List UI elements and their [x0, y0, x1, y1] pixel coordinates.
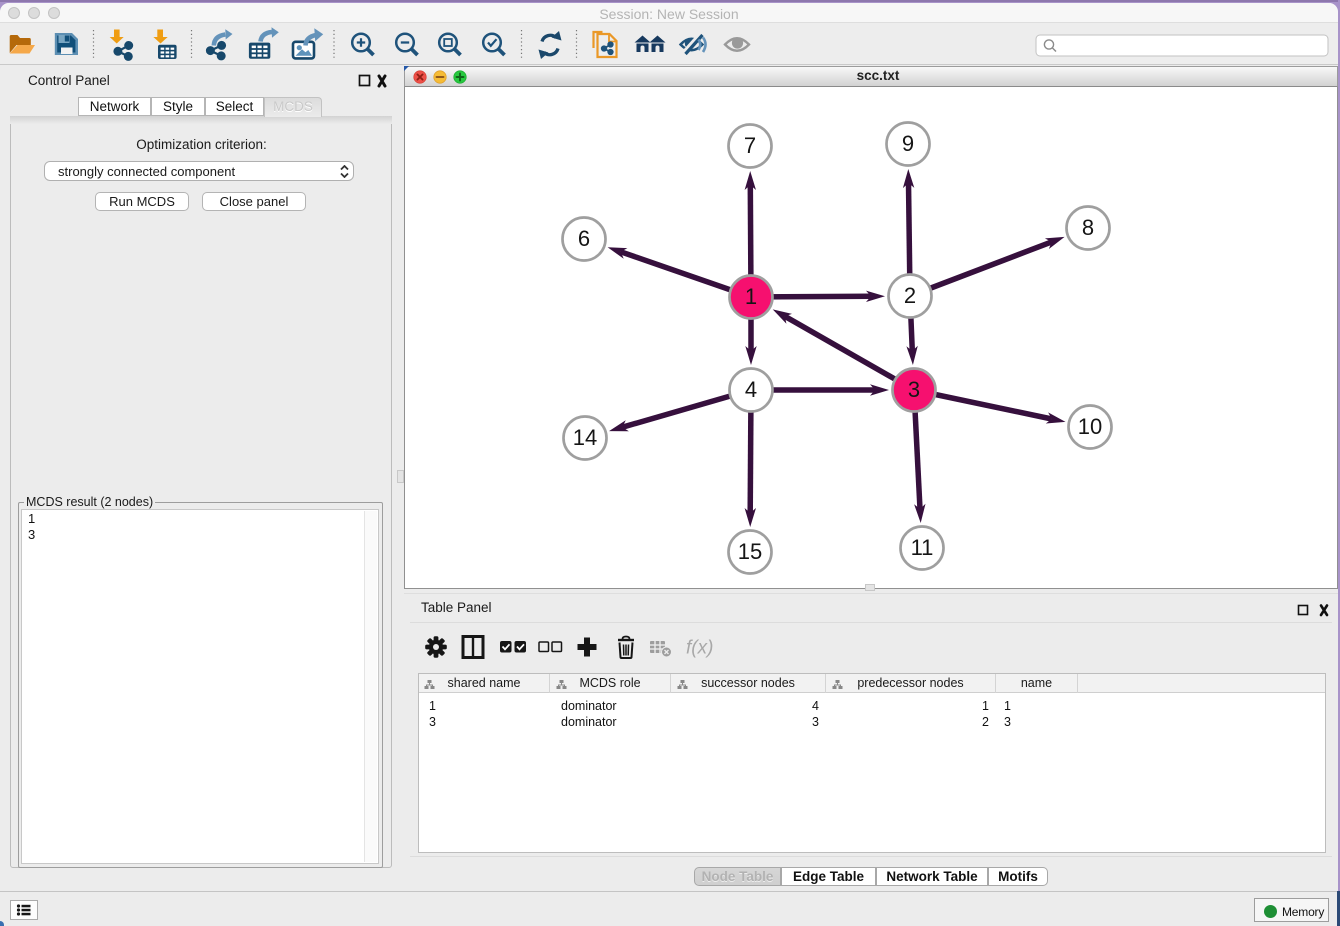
svg-text:4: 4: [745, 377, 757, 402]
svg-text:f(x): f(x): [686, 638, 713, 659]
svg-text:15: 15: [738, 539, 762, 564]
svg-text:7: 7: [744, 133, 756, 158]
svg-text:3: 3: [908, 377, 920, 402]
svg-text:8: 8: [1082, 215, 1094, 240]
svg-text:6: 6: [578, 226, 590, 251]
svg-text:2: 2: [904, 283, 916, 308]
svg-text:11: 11: [911, 535, 934, 560]
svg-text:9: 9: [902, 131, 914, 156]
svg-text:14: 14: [573, 425, 597, 450]
svg-text:10: 10: [1078, 414, 1102, 439]
svg-text:1: 1: [745, 284, 757, 309]
